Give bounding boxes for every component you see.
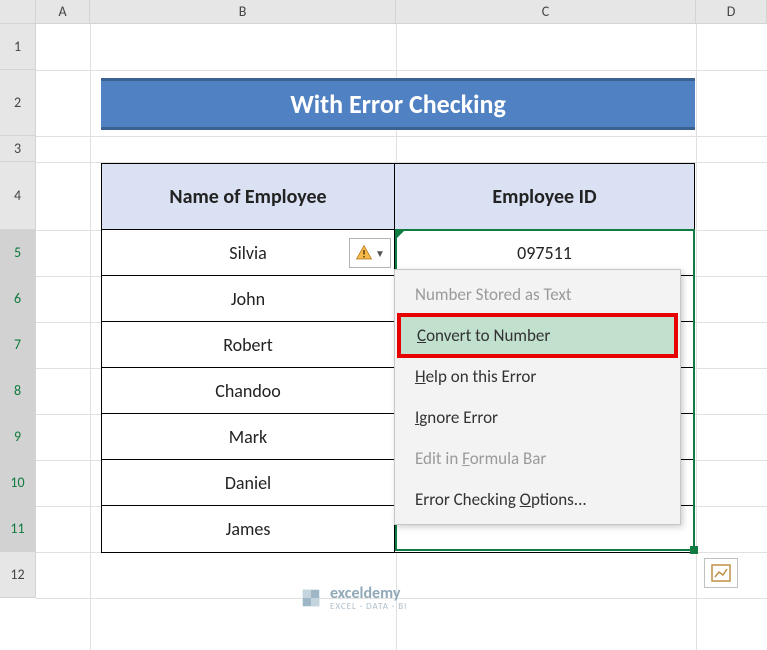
brand-icon (300, 587, 322, 609)
header-id: Employee ID (395, 164, 694, 230)
cell-name[interactable]: Mark (102, 414, 395, 460)
col-header-a[interactable]: A (36, 0, 90, 24)
row-header-7[interactable]: 7 (0, 322, 36, 368)
cell-name[interactable]: Chandoo (102, 368, 395, 414)
row-headers: 1 2 3 4 5 6 7 8 9 10 11 12 (0, 24, 36, 598)
row-header-3[interactable]: 3 (0, 136, 36, 162)
cell-name[interactable]: John (102, 276, 395, 322)
cell-name[interactable]: Daniel (102, 460, 395, 506)
row-header-8[interactable]: 8 (0, 368, 36, 414)
menu-help-on-error[interactable]: Help on this Error (395, 356, 680, 397)
col-header-c[interactable]: C (396, 0, 696, 24)
quick-analysis-icon (711, 564, 731, 582)
row-header-5[interactable]: 5 (0, 230, 36, 276)
menu-ignore-error[interactable]: Ignore Error (395, 397, 680, 438)
error-menu: Number Stored as Text Convert to Number … (394, 269, 681, 525)
error-smart-tag[interactable]: ▼ (349, 238, 391, 268)
menu-edit-formula-bar: Edit in Formula Bar (395, 438, 680, 479)
cell-name[interactable]: James (102, 506, 395, 552)
row-header-9[interactable]: 9 (0, 414, 36, 460)
row-header-6[interactable]: 6 (0, 276, 36, 322)
col-header-d[interactable]: D (696, 0, 767, 24)
spreadsheet: A B C D 1 2 3 4 5 6 7 8 9 10 11 12 With … (0, 0, 767, 650)
select-all-corner[interactable] (0, 0, 36, 24)
chevron-down-icon: ▼ (375, 247, 385, 260)
row-header-10[interactable]: 10 (0, 460, 36, 506)
row-header-2[interactable]: 2 (0, 70, 36, 136)
menu-title: Number Stored as Text (395, 274, 680, 315)
menu-error-checking-options[interactable]: Error Checking Options... (395, 479, 680, 520)
warning-icon (355, 244, 373, 262)
quick-analysis-button[interactable] (704, 558, 738, 588)
row-header-11[interactable]: 11 (0, 506, 36, 552)
column-headers: A B C D (0, 0, 767, 24)
header-name: Name of Employee (102, 164, 395, 230)
cell-name[interactable]: Robert (102, 322, 395, 368)
error-indicator-icon (395, 230, 405, 240)
row-header-4[interactable]: 4 (0, 162, 36, 230)
row-header-1[interactable]: 1 (0, 24, 36, 70)
section-title: With Error Checking (101, 78, 695, 130)
brand-tagline: EXCEL · DATA · BI (330, 601, 407, 612)
col-header-b[interactable]: B (90, 0, 396, 24)
watermark: exceldemy EXCEL · DATA · BI (300, 584, 407, 612)
menu-convert-to-number[interactable]: Convert to Number (397, 313, 678, 358)
row-header-12[interactable]: 12 (0, 552, 36, 598)
